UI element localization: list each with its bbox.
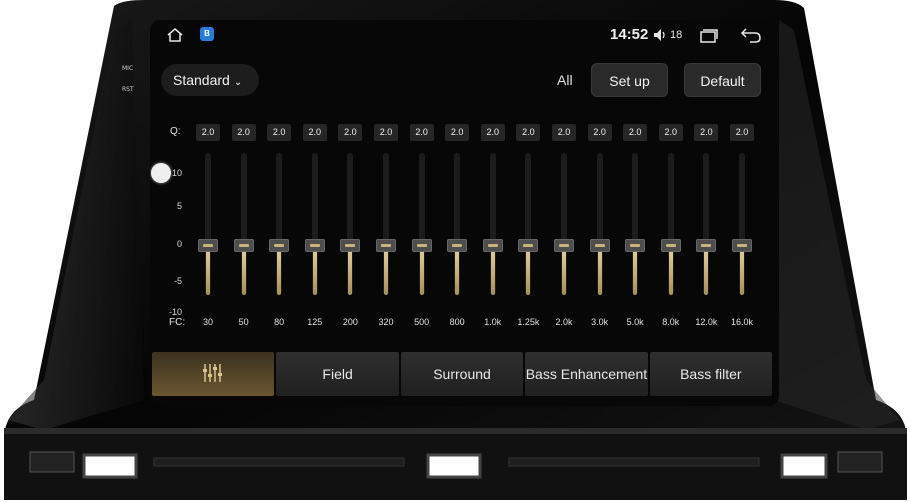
rst-button[interactable]: RST	[122, 86, 134, 93]
fc-value: 16.0k	[730, 317, 754, 327]
slider-fill	[490, 245, 495, 295]
q-value[interactable]: 2.0	[730, 124, 754, 141]
tab-surround[interactable]: Surround	[400, 352, 524, 396]
slider-fill	[206, 245, 210, 295]
head-unit: MIC RST B 14:52 18 Standard ⌄ All Set up…	[4, 0, 907, 500]
q-value[interactable]: 2.0	[587, 124, 612, 141]
slider-thumb[interactable]	[376, 239, 396, 252]
slider-thumb[interactable]	[233, 239, 254, 252]
tab-bar: Field Surround Bass Enhancement Bass filter	[152, 352, 773, 396]
y-tick-label: 0	[176, 239, 182, 249]
fc-value: 12.0k	[695, 317, 718, 327]
tab-equalizer[interactable]	[152, 352, 275, 396]
preset-label: Standard	[173, 72, 230, 88]
slider-fill	[633, 245, 638, 295]
fc-value: 30	[202, 317, 213, 327]
fc-value: 3.0k	[591, 317, 609, 327]
slider-thumb[interactable]	[518, 239, 539, 252]
tab-field[interactable]: Field	[276, 352, 399, 396]
slider-fill	[526, 245, 531, 295]
all-toggle[interactable]: All	[557, 72, 573, 88]
q-value[interactable]: 2.0	[267, 124, 292, 141]
equalizer: Q: FC: 10 5 0 -5 -10 2.0 30 2.0 50 2.0 80 2.0 125 2.0…	[150, 115, 779, 335]
q-value[interactable]: 2.0	[552, 124, 576, 141]
mic-label: MIC	[122, 65, 134, 72]
default-button[interactable]: Default	[684, 63, 761, 97]
slider-thumb[interactable]	[447, 239, 468, 252]
slider-thumb[interactable]	[589, 239, 610, 252]
slider-fill	[419, 245, 424, 295]
fc-value: 200	[342, 317, 358, 327]
fc-value: 1.0k	[484, 317, 502, 327]
fc-value: 2.0k	[555, 317, 573, 327]
y-tick-label: -5	[173, 276, 182, 286]
slider-fill	[704, 245, 709, 295]
q-value[interactable]: 2.0	[231, 124, 256, 141]
q-value[interactable]: 2.0	[658, 124, 683, 141]
preset-dropdown[interactable]: Standard ⌄	[161, 64, 259, 96]
y-tick-label: -10	[168, 307, 182, 317]
slider-thumb[interactable]	[732, 239, 752, 252]
fc-value: 5.0k	[626, 317, 644, 327]
recent-apps-icon[interactable]	[698, 28, 718, 44]
status-bar: B 14:52 18	[150, 20, 779, 52]
app-icon[interactable]: B	[200, 27, 214, 41]
q-value[interactable]: 2.0	[409, 124, 434, 141]
y-tick-label: 10	[171, 168, 182, 178]
slider-thumb[interactable]	[482, 239, 503, 252]
q-value[interactable]: 2.0	[480, 124, 505, 141]
slider-fill	[241, 245, 246, 295]
slider-fill	[277, 245, 282, 295]
slider-thumb[interactable]	[411, 239, 432, 252]
setup-button[interactable]: Set up	[591, 63, 668, 97]
q-value[interactable]: 2.0	[516, 124, 541, 141]
q-label: Q:	[170, 126, 181, 137]
fc-value: 125	[307, 317, 323, 327]
fc-label: FC:	[169, 317, 186, 328]
slider-fill	[562, 245, 566, 295]
q-value[interactable]: 2.0	[302, 124, 327, 141]
slider-thumb[interactable]	[304, 239, 325, 252]
back-icon[interactable]	[740, 26, 762, 44]
fc-value: 320	[378, 317, 394, 327]
slider-fill	[384, 245, 388, 295]
tab-bass-enhancement[interactable]: Bass Enhancement	[525, 352, 648, 396]
home-icon[interactable]	[166, 27, 184, 43]
fc-value: 500	[414, 317, 430, 327]
clock: 14:52	[610, 26, 649, 43]
q-value[interactable]: 2.0	[196, 124, 220, 141]
q-value[interactable]: 2.0	[338, 124, 363, 141]
slider-thumb[interactable]	[554, 239, 574, 252]
y-tick-label: 5	[176, 201, 182, 211]
slider-fill	[668, 245, 673, 295]
equalizer-icon	[203, 364, 223, 382]
slider-thumb[interactable]	[269, 239, 290, 252]
chevron-down-icon: ⌄	[233, 77, 243, 88]
q-value[interactable]: 2.0	[694, 124, 719, 141]
q-value[interactable]: 2.0	[445, 124, 470, 141]
fc-value: 50	[238, 317, 249, 327]
slider-thumb[interactable]	[198, 239, 218, 252]
slider-fill	[312, 245, 317, 295]
slider-thumb[interactable]	[660, 239, 681, 252]
fc-value: 8.0k	[662, 317, 680, 327]
fc-value: 800	[449, 317, 465, 327]
volume-level: 18	[670, 29, 683, 41]
slider-thumb[interactable]	[625, 239, 646, 252]
slider-thumb[interactable]	[340, 239, 361, 252]
slider-fill	[597, 245, 602, 295]
q-value[interactable]: 2.0	[374, 124, 398, 141]
volume-icon[interactable]	[653, 28, 667, 42]
slider-thumb[interactable]	[696, 239, 717, 252]
slider-fill	[455, 245, 460, 295]
slider-fill	[348, 245, 353, 295]
fc-value: 80	[274, 317, 285, 327]
screen: B 14:52 18 Standard ⌄ All Set up Default …	[150, 20, 779, 406]
q-value[interactable]: 2.0	[623, 124, 648, 141]
slider-fill	[740, 245, 744, 295]
fc-value: 1.25k	[517, 317, 540, 327]
tab-bass-filter[interactable]: Bass filter	[649, 352, 773, 396]
